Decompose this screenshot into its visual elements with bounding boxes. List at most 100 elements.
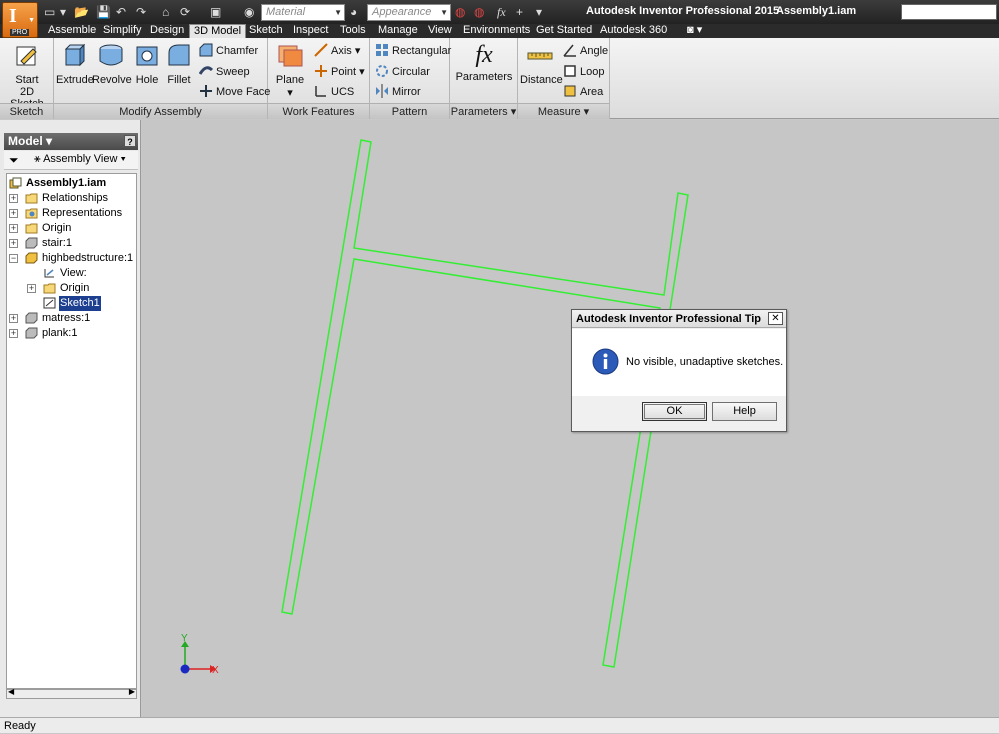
expand-icon[interactable]: + (9, 209, 18, 218)
tree-label-sketch1: Sketch1 (59, 296, 101, 311)
plane-button[interactable]: Plane ▾ (272, 41, 308, 99)
ucs-button[interactable]: UCS (314, 83, 354, 101)
appearance-combo[interactable]: Appearance ▼ (367, 4, 451, 21)
status-bar: Ready (0, 717, 999, 733)
extrude-button[interactable]: Extrude (56, 41, 94, 86)
point-button[interactable]: Point ▾ (314, 63, 365, 81)
tab-get-started[interactable]: Get Started (532, 24, 596, 38)
tab-manage[interactable]: Manage (374, 24, 422, 38)
sweep-button[interactable]: Sweep (199, 63, 250, 81)
open-icon[interactable]: 📂 (74, 4, 89, 20)
panel-title-measure[interactable]: Measure ▾ (518, 103, 609, 119)
new-icon[interactable]: ▭ (44, 4, 55, 20)
circular-pattern-button[interactable]: Circular (375, 63, 430, 81)
hole-button[interactable]: Hole (132, 41, 162, 86)
distance-button[interactable]: Distance (520, 41, 563, 86)
area-icon (564, 85, 576, 97)
tab-inspect[interactable]: Inspect (289, 24, 332, 38)
sweep-icon (199, 66, 213, 75)
expand-icon[interactable]: + (9, 329, 18, 338)
update-icon[interactable]: ⟳ (180, 4, 190, 20)
tab-tools[interactable]: Tools (336, 24, 370, 38)
tree-label-origin: Origin (42, 222, 72, 234)
search-input[interactable] (901, 4, 997, 20)
expand-icon[interactable]: + (9, 224, 18, 233)
fillet-icon (168, 44, 190, 66)
tab-autodesk-360[interactable]: Autodesk 360 (596, 24, 671, 38)
rectangular-label: Rectangular (392, 45, 452, 57)
tab-simplify[interactable]: Simplify (99, 24, 146, 38)
mirror-button[interactable]: Mirror (375, 83, 421, 101)
tab-sketch[interactable]: Sketch (245, 24, 287, 38)
folder-icon (25, 193, 38, 204)
folder-icon (25, 223, 38, 234)
home-icon[interactable]: ⌂ (162, 4, 169, 20)
extrude-label: Extrude (56, 74, 94, 86)
tab-view[interactable]: View (424, 24, 456, 38)
filter-icon[interactable]: ⏷ (9, 153, 19, 168)
move-face-button[interactable]: Move Face (199, 83, 270, 101)
chamfer-label: Chamfer (216, 45, 259, 57)
area-button[interactable]: Area (563, 83, 603, 101)
expand-icon[interactable]: + (9, 194, 18, 203)
collapse-icon[interactable]: − (9, 254, 18, 263)
dropdown-arrow-icon[interactable]: ▾ (60, 4, 66, 20)
application-menu-button[interactable]: I PRO ▼ (2, 2, 38, 38)
fillet-button[interactable]: Fillet (164, 41, 194, 86)
angle-button[interactable]: Angle (563, 42, 608, 60)
close-icon[interactable]: ✕ (768, 312, 783, 325)
customize-icon[interactable]: ▾ (536, 4, 542, 20)
material-combo[interactable]: Material ▼ (261, 4, 345, 21)
rectangular-pattern-button[interactable]: Rectangular (375, 42, 451, 60)
appearance-placeholder: Appearance (372, 6, 432, 18)
fx-icon[interactable]: fx (497, 4, 506, 20)
point-icon (315, 65, 327, 77)
tab-assemble[interactable]: Assemble (44, 24, 100, 38)
tab-design[interactable]: Design (146, 24, 188, 38)
panel-title-modify-assembly: Modify Assembly (54, 103, 267, 119)
parameters-button[interactable]: fx Parameters (454, 41, 514, 83)
browser-header[interactable]: Model ▾ ? (4, 133, 138, 150)
panel-title-parameters[interactable]: Parameters ▾ (450, 103, 517, 119)
loop-button[interactable]: Loop (563, 63, 604, 81)
scroll-left-icon[interactable]: ◀ (8, 687, 14, 696)
axis-label: Axis (331, 45, 352, 57)
ribbon-tabs: Assemble Simplify Design 3D Model Sketch… (0, 24, 999, 39)
plus-icon[interactable]: + (516, 4, 523, 20)
tree-label-relationships: Relationships (42, 192, 109, 204)
tab-environments[interactable]: Environments (459, 24, 534, 38)
expand-icon[interactable]: + (27, 284, 36, 293)
panel-sketch: Start 2D Sketch Sketch (0, 38, 54, 119)
revolve-button[interactable]: Revolve (92, 41, 132, 86)
chamfer-button[interactable]: Chamfer (199, 42, 258, 60)
ok-button[interactable]: OK (642, 402, 707, 421)
redo-icon[interactable]: ↷ (136, 4, 146, 20)
panel-title-sketch: Sketch (0, 103, 53, 119)
clear-icon[interactable]: ◍ (474, 4, 484, 20)
ucs-label: UCS (331, 86, 355, 98)
document-name: Assembly1.iam (776, 5, 857, 17)
scroll-right-icon[interactable]: ▶ (129, 687, 135, 696)
horizontal-scrollbar[interactable]: ◀ ▶ (6, 687, 137, 699)
sweep-label: Sweep (216, 66, 250, 78)
inventor-logo-icon: I (9, 5, 17, 27)
view-mode-dropdown[interactable]: ⚹ Assembly View ▾ (34, 153, 126, 166)
expand-icon[interactable]: + (9, 314, 18, 323)
axis-button[interactable]: Axis ▾ (314, 42, 360, 60)
expand-icon[interactable]: + (9, 239, 18, 248)
video-icon[interactable]: ◙ ▾ (683, 24, 706, 38)
tree-label-highbed: highbedstructure:1 (42, 252, 134, 264)
save-icon[interactable]: 💾 (96, 4, 111, 20)
undo-icon[interactable]: ↶ (116, 4, 126, 20)
start-2d-sketch-button[interactable]: Start 2D Sketch (4, 41, 50, 110)
adjust-icon[interactable]: ◍ (455, 4, 465, 20)
panel-work-features: Plane ▾ Axis ▾ Point ▾ UCS Work Features (268, 38, 370, 119)
help-button[interactable]: Help (712, 402, 777, 421)
panel-parameters: fx Parameters Parameters ▾ (450, 38, 518, 119)
help-icon[interactable]: ? (124, 135, 136, 147)
chevron-down-icon: ▼ (28, 17, 35, 24)
app-title: Autodesk Inventor Professional 2015 (586, 5, 780, 17)
appearance-color-icon: ◕ (350, 5, 358, 19)
tab-3d-model[interactable]: 3D Model (189, 24, 247, 39)
select-icon[interactable]: ▣ (210, 4, 221, 20)
